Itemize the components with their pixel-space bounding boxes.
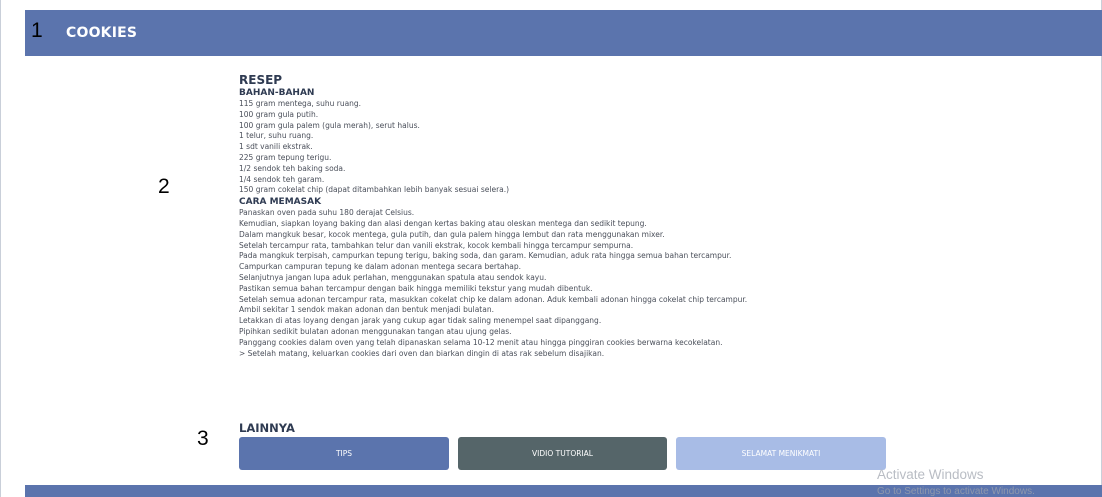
ingredient-item: 1 telur, suhu ruang. xyxy=(239,131,314,141)
video-tutorial-button[interactable]: VIDIO TUTORIAL xyxy=(458,437,667,470)
activate-windows-subtitle: Go to Settings to activate Windows. xyxy=(877,486,1035,497)
method-step: Pada mangkuk terpisah, campurkan tepung … xyxy=(239,251,732,261)
method-step: Dalam mangkuk besar, kocok mentega, gula… xyxy=(239,229,665,239)
method-step: Kemudian, siapkan loyang baking dan alas… xyxy=(239,218,647,228)
method-step: Setelah semua adonan tercampur rata, mas… xyxy=(239,294,748,304)
ingredient-item: 225 gram tepung terigu. xyxy=(239,152,332,162)
step-marker-1: 1 xyxy=(31,19,43,42)
ingredient-item: 1/2 sendok teh baking soda. xyxy=(239,163,346,173)
ingredient-item: 1 sdt vanili ekstrak. xyxy=(239,142,313,152)
method-heading: CARA MEMASAK xyxy=(239,197,322,208)
method-list: Panaskan oven pada suhu 180 derajat Cels… xyxy=(239,208,939,359)
method-step: Ambil sekitar 1 sendok makan adonan dan … xyxy=(239,305,494,315)
ingredients-list: 115 gram mentega, suhu ruang. 100 gram g… xyxy=(239,99,939,196)
ingredients-heading: BAHAN-BAHAN xyxy=(239,88,315,98)
ingredient-item: 115 gram mentega, suhu ruang. xyxy=(239,99,362,108)
ingredient-item: 1/4 sendok teh garam. xyxy=(239,174,325,184)
method-step: Panaskan oven pada suhu 180 derajat Cels… xyxy=(239,208,415,218)
method-step: Pastikan semua bahan tercampur dengan ba… xyxy=(239,283,593,293)
method-step: Letakkan di atas loyang dengan jarak yan… xyxy=(239,316,602,326)
method-step: Campurkan campuran tepung ke dalam adona… xyxy=(239,262,522,272)
recipe-content: RESEP BAHAN-BAHAN 115 gram mentega, suhu… xyxy=(239,73,939,359)
activate-windows-title: Activate Windows xyxy=(877,467,984,482)
ingredient-item: 100 gram gula putih. xyxy=(239,109,319,119)
step-marker-3: 3 xyxy=(197,427,209,450)
selamat-menikmati-button[interactable]: SELAMAT MENIKMATI xyxy=(676,437,886,470)
ingredient-item: 100 gram gula palem (gula merah), serut … xyxy=(239,120,420,130)
method-step: Selanjutnya jangan lupa aduk perlahan, m… xyxy=(239,272,547,282)
method-step: > Setelah matang, keluarkan cookies dari… xyxy=(239,348,605,358)
method-step: Panggang cookies dalam oven yang telah d… xyxy=(239,337,723,347)
recipe-title: RESEP xyxy=(239,73,283,87)
page-frame: COOKIES 1 2 3 RESEP BAHAN-BAHAN 115 gram… xyxy=(0,0,1102,497)
step-marker-2: 2 xyxy=(158,175,170,198)
page-header: COOKIES xyxy=(25,10,1102,56)
page-title: COOKIES xyxy=(66,25,138,41)
more-heading: LAINNYA xyxy=(239,421,295,435)
tips-button[interactable]: TIPS xyxy=(239,437,449,470)
method-step: Pipihkan sedikit bulatan adonan mengguna… xyxy=(239,326,512,336)
method-step: Setelah tercampur rata, tambahkan telur … xyxy=(239,240,634,250)
ingredient-item: 150 gram cokelat chip (dapat ditambahkan… xyxy=(239,185,510,195)
